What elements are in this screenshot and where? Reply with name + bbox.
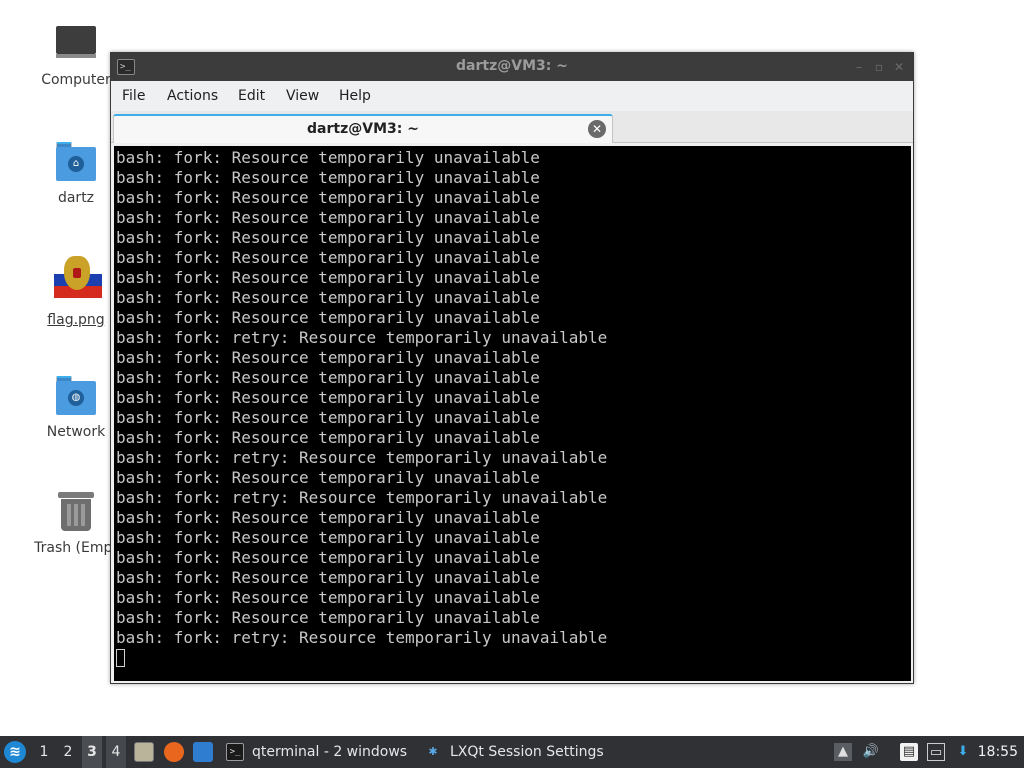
terminal-line: bash: fork: retry: Resource temporarily … (116, 328, 608, 347)
task-label: qterminal - 2 windows (252, 744, 408, 760)
terminal-line: bash: fork: Resource temporarily unavail… (116, 608, 540, 627)
workspace-1[interactable]: 1 (34, 736, 54, 768)
desktop-icon-dartz[interactable]: ⌂ dartz (31, 140, 121, 206)
terminal-line: bash: fork: Resource temporarily unavail… (116, 228, 540, 247)
terminal-output[interactable]: bash: fork: Resource temporarily unavail… (114, 146, 911, 681)
menu-edit[interactable]: Edit (238, 88, 265, 104)
home-folder-icon: ⌂ (54, 140, 98, 184)
terminal-line: bash: fork: retry: Resource temporarily … (116, 448, 608, 467)
tab-close-icon[interactable]: ✕ (588, 120, 606, 138)
desktop-icon-label: flag.png (47, 312, 105, 328)
menu-file[interactable]: File (122, 88, 145, 104)
menu-view[interactable]: View (286, 88, 319, 104)
terminal-line: bash: fork: Resource temporarily unavail… (116, 248, 540, 267)
firefox-icon[interactable] (164, 742, 184, 762)
terminal-line: bash: fork: Resource temporarily unavail… (116, 568, 540, 587)
minimize-icon[interactable]: – (851, 59, 867, 75)
workspace-3[interactable]: 3 (82, 736, 102, 768)
terminal-line: bash: fork: Resource temporarily unavail… (116, 168, 540, 187)
network-folder-icon: ◍ (54, 374, 98, 418)
computer-icon (54, 22, 98, 66)
tab-terminal[interactable]: dartz@VM3: ~ ✕ (113, 114, 613, 143)
terminal-line: bash: fork: Resource temporarily unavail… (116, 208, 540, 227)
trash-icon (54, 490, 98, 534)
desktop-icon-label: dartz (57, 190, 95, 206)
menu-actions[interactable]: Actions (167, 88, 218, 104)
updates-icon[interactable]: ⬇ (954, 743, 972, 761)
terminal-line: bash: fork: Resource temporarily unavail… (116, 368, 540, 387)
terminal-prompt-line[interactable] (116, 648, 911, 668)
notification-area-icon[interactable]: ▲ (834, 743, 852, 761)
desktop-icon-trash[interactable]: Trash (Empt (31, 490, 121, 556)
workspace-4[interactable]: 4 (106, 736, 126, 768)
terminal-window: >_ dartz@VM3: ~ – ▫ ✕ File Actions Edit … (110, 52, 914, 684)
terminal-line: bash: fork: Resource temporarily unavail… (116, 188, 540, 207)
terminal-line: bash: fork: Resource temporarily unavail… (116, 508, 540, 527)
terminal-line: bash: fork: Resource temporarily unavail… (116, 428, 540, 447)
terminal-icon: >_ (226, 743, 244, 761)
clock[interactable]: 18:55 (978, 736, 1018, 768)
app-menu-icon[interactable]: ≋ (4, 741, 26, 763)
file-manager-icon[interactable] (134, 742, 154, 762)
volume-icon[interactable]: 🔊 (862, 743, 880, 761)
window-title: dartz@VM3: ~ (456, 58, 568, 74)
terminal-line: bash: fork: Resource temporarily unavail… (116, 348, 540, 367)
terminal-line: bash: fork: Resource temporarily unavail… (116, 288, 540, 307)
close-icon[interactable]: ✕ (891, 59, 907, 75)
desktop-icon-label: Computer (41, 72, 111, 88)
show-desktop-icon[interactable] (193, 742, 213, 762)
terminal-line: bash: fork: Resource temporarily unavail… (116, 268, 540, 287)
tab-label: dartz@VM3: ~ (307, 121, 419, 137)
desktop-icon-flag[interactable]: flag.png (31, 256, 121, 328)
terminal-line: bash: fork: Resource temporarily unavail… (116, 528, 540, 547)
terminal-line: bash: fork: Resource temporarily unavail… (116, 308, 540, 327)
tab-bar: dartz@VM3: ~ ✕ (111, 111, 913, 143)
terminal-line: bash: fork: retry: Resource temporarily … (116, 488, 608, 507)
terminal-line: bash: fork: Resource temporarily unavail… (116, 548, 540, 567)
window-titlebar[interactable]: >_ dartz@VM3: ~ – ▫ ✕ (111, 53, 913, 81)
settings-icon: ✱ (428, 743, 438, 759)
menu-help[interactable]: Help (339, 88, 371, 104)
task-lxqt-session-settings[interactable]: ✱ LXQt Session Settings (424, 736, 604, 768)
desktop-icon-computer[interactable]: Computer (31, 22, 121, 88)
terminal-line: bash: fork: retry: Resource temporarily … (116, 628, 608, 647)
menu-bar: File Actions Edit View Help (111, 81, 913, 111)
clipboard-icon[interactable]: ▤ (900, 743, 918, 761)
task-label: LXQt Session Settings (450, 744, 604, 760)
text-cursor (116, 649, 125, 667)
task-qterminal[interactable]: >_ qterminal - 2 windows (226, 736, 407, 768)
taskbar: ≋ 1 2 3 4 >_ qterminal - 2 windows ✱ LXQ… (0, 736, 1024, 768)
workspace-2[interactable]: 2 (58, 736, 78, 768)
image-file-icon (54, 256, 102, 306)
network-status-icon[interactable]: ▭ (927, 743, 945, 761)
terminal-line: bash: fork: Resource temporarily unavail… (116, 408, 540, 427)
terminal-line: bash: fork: Resource temporarily unavail… (116, 468, 540, 487)
terminal-line: bash: fork: Resource temporarily unavail… (116, 148, 540, 167)
maximize-icon[interactable]: ▫ (871, 59, 887, 75)
terminal-line: bash: fork: Resource temporarily unavail… (116, 388, 540, 407)
desktop-icon-label: Trash (Empt (34, 540, 118, 556)
desktop-icon-label: Network (46, 424, 106, 440)
terminal-line: bash: fork: Resource temporarily unavail… (116, 588, 540, 607)
desktop-icon-network[interactable]: ◍ Network (31, 374, 121, 440)
